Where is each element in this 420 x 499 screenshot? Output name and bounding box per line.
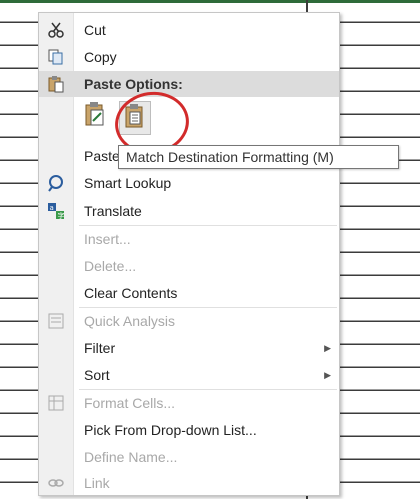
paste-keep-source-button[interactable] [81, 101, 111, 133]
svg-text:字: 字 [58, 211, 65, 220]
menu-item-label: Pick From Drop-down List... [84, 422, 257, 438]
menu-item-clear-contents[interactable]: Clear Contents [39, 280, 339, 306]
menu-item-sort[interactable]: Sort ▶ [39, 362, 339, 388]
menu-item-label: Filter [84, 340, 116, 356]
selection-border [0, 0, 420, 3]
tooltip-text: Match Destination Formatting (M) [126, 149, 334, 165]
menu-item-label: Paste Options: [84, 76, 183, 92]
menu-item-label: Cut [84, 22, 106, 38]
scissors-icon [46, 20, 66, 40]
menu-item-delete[interactable]: Delete... [39, 253, 339, 279]
menu-item-label: Clear Contents [84, 285, 178, 301]
menu-item-label: Delete... [84, 258, 137, 274]
menu-item-copy[interactable]: Copy [39, 44, 339, 70]
menu-item-label: Link [84, 475, 110, 491]
paste-options-header: Paste Options: [39, 71, 339, 97]
quick-analysis-icon [46, 311, 66, 331]
submenu-arrow-icon: ▶ [324, 342, 331, 353]
menu-item-label: Copy [84, 49, 117, 65]
menu-item-quick-analysis[interactable]: Quick Analysis [39, 308, 339, 334]
paste-keep-source-icon [83, 101, 109, 134]
menu-item-label: Format Cells... [84, 395, 176, 411]
copy-icon [46, 47, 66, 67]
format-cells-icon [46, 393, 66, 413]
menu-item-format-cells[interactable]: Format Cells... [39, 390, 339, 416]
menu-item-pick-from-list[interactable]: Pick From Drop-down List... [39, 417, 339, 443]
menu-item-filter[interactable]: Filter ▶ [39, 335, 339, 361]
context-menu: Cut Copy Paste Options: Paste Special... [38, 12, 340, 496]
tooltip: Match Destination Formatting (M) [118, 145, 399, 169]
paste-icon [46, 74, 66, 94]
menu-item-insert[interactable]: Insert... [39, 226, 339, 252]
menu-item-label: Translate [84, 203, 142, 219]
translate-icon: a字 [46, 201, 66, 221]
menu-item-label: Insert... [84, 231, 131, 247]
menu-item-label: Smart Lookup [84, 175, 172, 191]
menu-item-cut[interactable]: Cut [39, 17, 339, 43]
menu-item-define-name[interactable]: Define Name... [39, 444, 339, 470]
menu-item-link[interactable]: Link [39, 470, 339, 496]
svg-text:a: a [50, 204, 54, 212]
smart-lookup-icon [46, 173, 66, 193]
menu-item-smart-lookup[interactable]: Smart Lookup [39, 170, 339, 196]
menu-item-label: Define Name... [84, 449, 178, 465]
menu-item-label: Sort [84, 367, 110, 383]
link-icon [46, 473, 66, 493]
menu-item-translate[interactable]: a字 Translate [39, 198, 339, 224]
submenu-arrow-icon: ▶ [324, 369, 331, 380]
menu-item-label: Quick Analysis [84, 313, 176, 329]
